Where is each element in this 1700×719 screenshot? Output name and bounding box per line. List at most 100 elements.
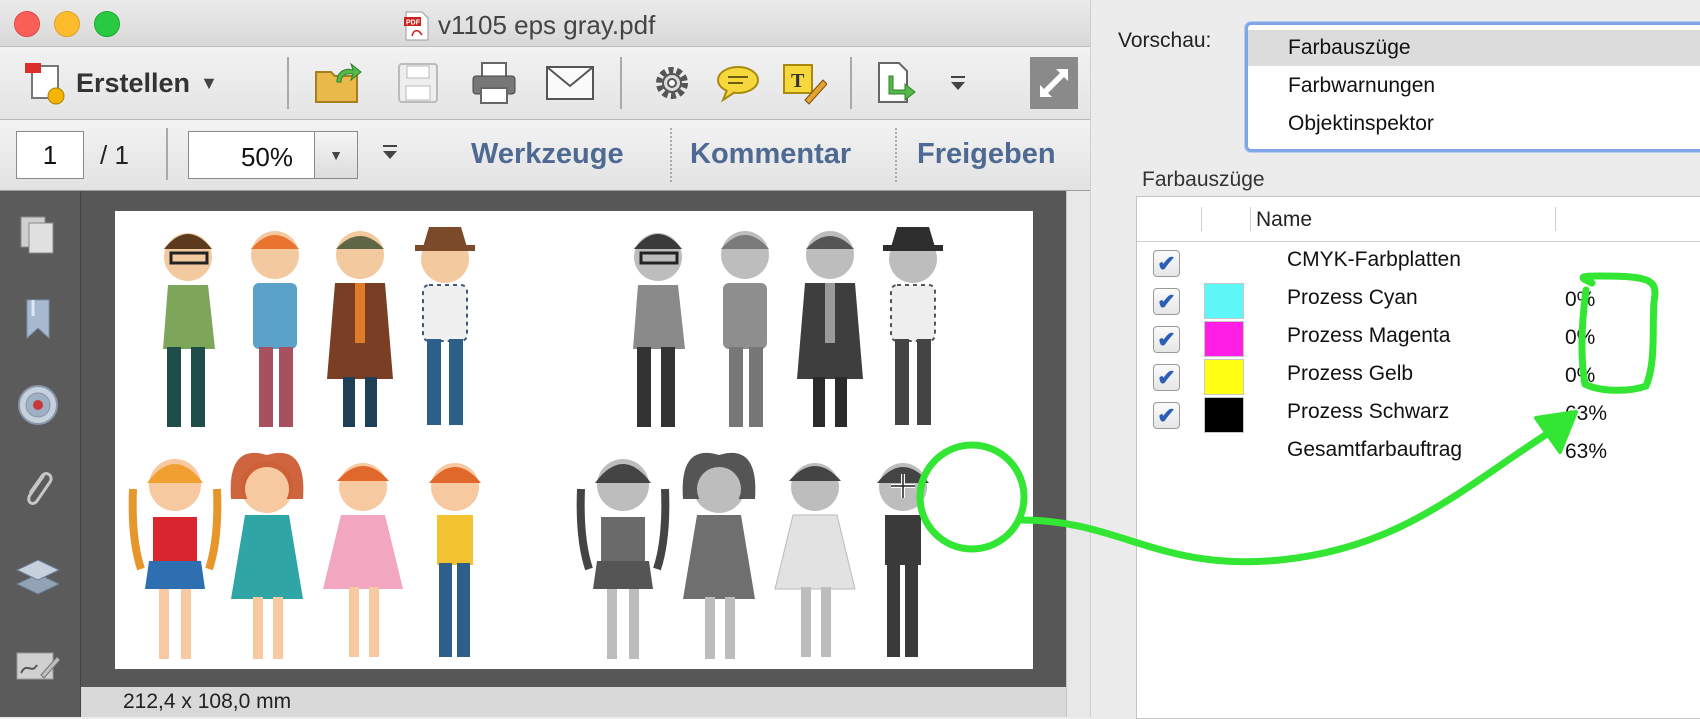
output-preview-panel: Vorschau: Farbauszüge Farbwarnungen Obje… (1090, 0, 1700, 719)
toolbar-separator (620, 57, 622, 109)
target-icon (18, 385, 58, 425)
column-header-name[interactable]: Name (1256, 208, 1312, 232)
tools-link[interactable]: Werkzeuge (471, 138, 624, 171)
window-title-text: v1105 eps gray.pdf (438, 10, 656, 40)
row-checkbox[interactable]: ✔ (1153, 402, 1180, 429)
color-swatch-black (1204, 397, 1244, 433)
page-total: / 1 (100, 140, 129, 170)
vertical-scrollbar[interactable] (1066, 191, 1090, 717)
comment-bubble-icon (717, 66, 759, 103)
text-edit-button[interactable]: T (778, 57, 830, 109)
more-icon (951, 76, 965, 90)
checkmark-icon: ✔ (1157, 326, 1176, 352)
signatures-button[interactable] (14, 641, 62, 689)
toolbar-options-button[interactable] (380, 144, 400, 169)
window-title: PDF v1105 eps gray.pdf (404, 10, 655, 41)
separations-heading: Farbauszüge (1142, 168, 1265, 191)
coverage-value: 0% (1565, 364, 1596, 387)
preview-mode-list[interactable]: Farbauszüge Farbwarnungen Objektinspekto… (1245, 22, 1700, 152)
settings-button[interactable] (646, 57, 698, 109)
separation-name: Prozess Gelb (1287, 362, 1414, 385)
preview-option-color-warnings[interactable]: Farbwarnungen (1248, 68, 1700, 104)
page-number-input[interactable]: 1 (16, 131, 84, 179)
gear-icon (656, 67, 688, 99)
row-checkbox[interactable]: ✔ (1153, 364, 1180, 391)
title-bar[interactable]: PDF v1105 eps gray.pdf (0, 0, 1090, 47)
navigation-toolbar: 1 / 1 50% ▼ Werkzeuge Kommentar Freigebe… (0, 120, 1090, 191)
separation-name: CMYK-Farbplatten (1287, 248, 1461, 271)
close-window-button[interactable] (14, 11, 40, 37)
save-icon (398, 63, 438, 103)
zoom-window-button[interactable] (94, 11, 120, 37)
preview-option-separations[interactable]: Farbauszüge (1248, 30, 1700, 66)
chevron-down-icon: ▼ (329, 147, 343, 163)
export-icon (878, 62, 916, 103)
svg-text:PDF: PDF (406, 19, 421, 26)
export-button[interactable] (870, 57, 922, 109)
main-toolbar: Erstellen ▼ T (0, 47, 1090, 120)
email-icon (546, 66, 594, 100)
separation-name: Prozess Schwarz (1287, 400, 1450, 423)
comment-link[interactable]: Kommentar (690, 138, 851, 171)
toolbar-separator (670, 128, 672, 182)
create-label: Erstellen (76, 67, 191, 98)
column-divider (1555, 207, 1556, 231)
table-row: ✔ Prozess Magenta 0% (1137, 319, 1700, 357)
table-row: Gesamtfarbauftrag 63% (1137, 433, 1700, 471)
separation-name: Prozess Magenta (1287, 324, 1451, 347)
signature-pen-icon (16, 652, 61, 680)
coverage-value: 63% (1565, 402, 1608, 425)
share-link[interactable]: Freigeben (917, 138, 1056, 171)
more-tools-button[interactable] (932, 57, 984, 109)
color-figures (128, 227, 481, 659)
save-button[interactable] (392, 57, 444, 109)
color-swatch-yellow (1204, 359, 1244, 395)
table-row: ✔ CMYK-Farbplatten (1137, 243, 1700, 281)
create-button[interactable]: Erstellen ▼ (22, 57, 218, 109)
attachments-button[interactable] (14, 465, 62, 513)
toolbar-separator (287, 57, 289, 109)
pdf-file-icon: PDF (404, 11, 429, 40)
checkmark-icon: ✔ (1157, 402, 1176, 428)
bookmarks-button[interactable] (14, 295, 62, 343)
layers-button[interactable] (14, 553, 62, 601)
minimize-window-button[interactable] (54, 11, 80, 37)
table-row: ✔ Prozess Cyan 0% (1137, 281, 1700, 319)
destinations-button[interactable] (14, 381, 62, 429)
zoom-dropdown-button[interactable]: ▼ (314, 132, 357, 178)
row-checkbox[interactable]: ✔ (1153, 250, 1180, 277)
expand-icon (1040, 69, 1068, 97)
coverage-value: 0% (1565, 288, 1596, 311)
print-button[interactable] (468, 57, 520, 109)
email-button[interactable] (544, 57, 596, 109)
expand-button[interactable] (1030, 57, 1078, 109)
status-bar: 212,4 x 108,0 mm (81, 687, 1066, 717)
open-button[interactable] (312, 57, 364, 109)
preview-option-object-inspector[interactable]: Objektinspektor (1248, 106, 1700, 142)
separation-name: Gesamtfarbauftrag (1287, 438, 1463, 461)
checkmark-icon: ✔ (1157, 250, 1176, 276)
checkmark-icon: ✔ (1157, 364, 1176, 390)
pages-icon (20, 216, 54, 254)
row-checkbox[interactable]: ✔ (1153, 288, 1180, 315)
comment-button[interactable] (712, 57, 764, 109)
color-swatch-magenta (1204, 321, 1244, 357)
page-thumbnails-button[interactable] (14, 211, 62, 259)
bookmark-icon (26, 299, 50, 340)
table-row: ✔ Prozess Schwarz 63% (1137, 395, 1700, 433)
separation-name: Prozess Cyan (1287, 286, 1418, 309)
table-header: Name (1137, 197, 1700, 242)
print-icon (472, 62, 516, 104)
page-size-readout: 212,4 x 108,0 mm (123, 690, 292, 713)
column-divider (1250, 207, 1251, 231)
column-divider (1201, 207, 1202, 231)
zoom-select[interactable]: 50% ▼ (188, 131, 358, 179)
svg-text:T: T (791, 70, 805, 92)
layers-icon (15, 559, 61, 595)
row-checkbox[interactable]: ✔ (1153, 326, 1180, 353)
chevron-down-icon: ▼ (200, 72, 218, 93)
open-folder-icon (315, 62, 362, 103)
coverage-value: 0% (1565, 326, 1596, 349)
toolbar-separator (166, 128, 168, 180)
toolbar-separator (895, 128, 897, 182)
